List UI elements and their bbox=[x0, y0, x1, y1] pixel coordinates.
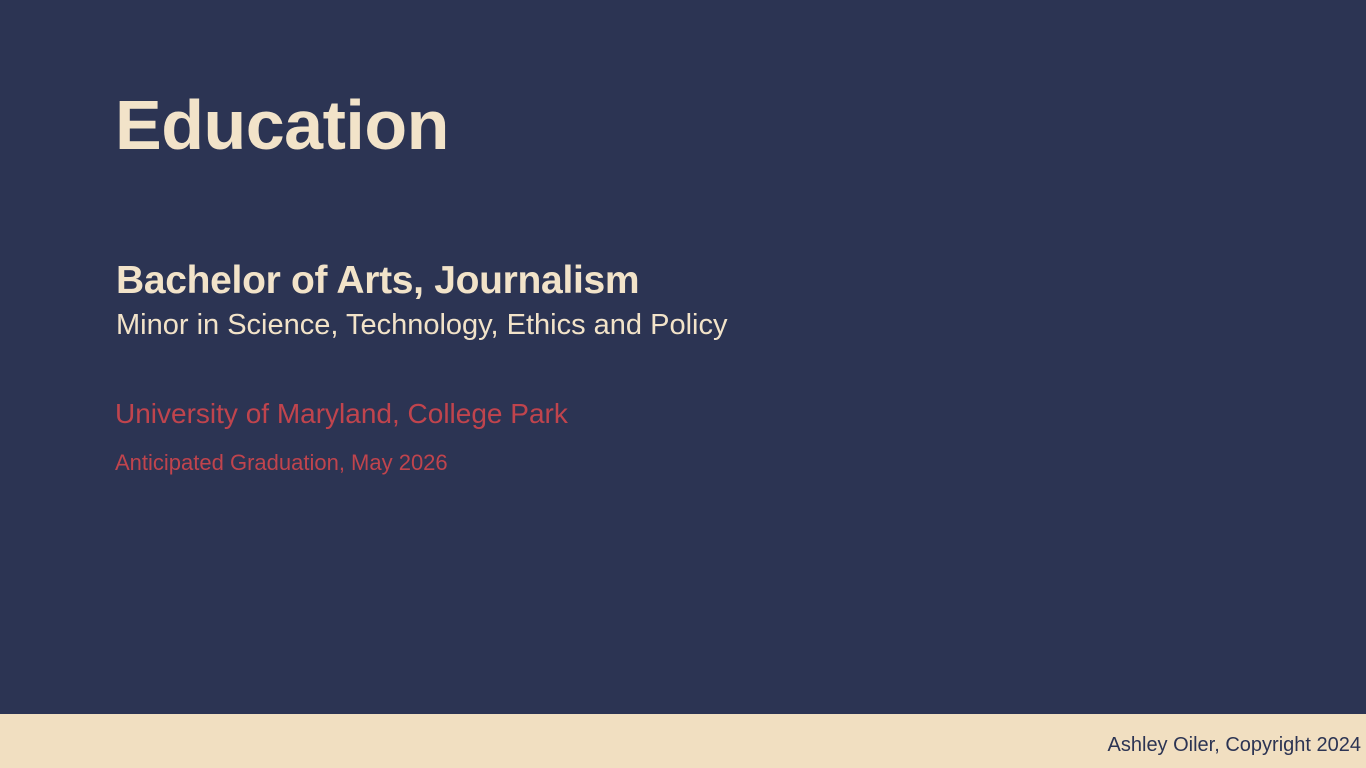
page-title: Education bbox=[115, 86, 449, 164]
university-name: University of Maryland, College Park bbox=[115, 398, 568, 429]
graduation-date: Anticipated Graduation, May 2026 bbox=[115, 450, 448, 475]
copyright-notice: Ashley Oiler, Copyright 2024 bbox=[1107, 734, 1361, 756]
footer-bar: Ashley Oiler, Copyright 2024 bbox=[0, 714, 1366, 768]
minor-subheading: Minor in Science, Technology, Ethics and… bbox=[116, 309, 728, 341]
degree-heading: Bachelor of Arts, Journalism bbox=[116, 259, 640, 302]
slide-body: Education Bachelor of Arts, Journalism M… bbox=[0, 0, 1366, 714]
